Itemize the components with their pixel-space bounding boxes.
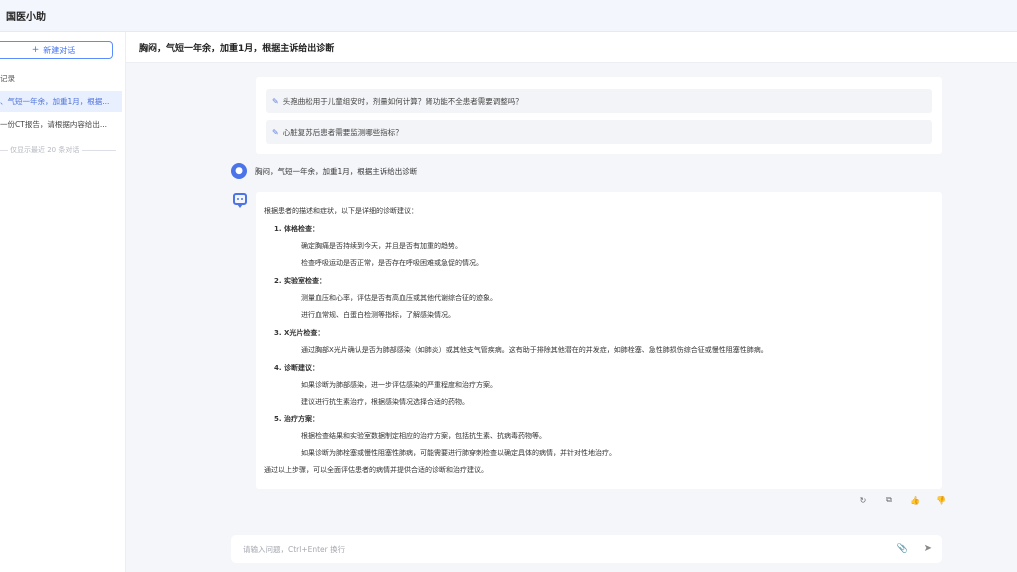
answer-card: 根据患者的描述和症状，以下是详细的诊断建议： 1. 体格检查： 确定胸痛是否持续…	[256, 192, 942, 489]
user-avatar-icon: ●	[231, 163, 247, 179]
answer-detail: 测量血压和心率，评估是否有高血压或其他代谢综合征的迹象。	[301, 294, 497, 302]
answer-section-heading: 4. 诊断建议：	[274, 364, 319, 372]
answer-detail: 进行血常规、白蛋白检测等指标，了解感染情况。	[301, 311, 455, 319]
history-item-label: 一份CT报告，请根据内容给出...	[0, 120, 107, 129]
new-chat-button[interactable]: + 新建对话	[0, 41, 113, 59]
answer-actions: ↻ ⧉ 👍 👎	[858, 495, 946, 505]
answer-detail: 如果诊断为肺部感染，进一步评估感染的严重程度和治疗方案。	[301, 381, 497, 389]
suggestion-text: 头孢曲松用于儿童组安时，剂量如何计算？肾功能不全患者需要调整吗？	[282, 96, 523, 106]
history-heading: 记录	[0, 74, 15, 83]
main-panel: 胸闷，气短一年余，加重1月，根据主诉给出诊断 ✎ 头孢曲松用于儿童组安时，剂量如…	[126, 32, 1017, 572]
history-item-label: 、气短一年余，加重1月，根据...	[0, 97, 110, 106]
history-note-text: 仅显示最近 20 条对话	[10, 146, 80, 154]
thumbs-down-icon[interactable]: 👎	[936, 495, 946, 505]
sidebar: + 新建对话 记录 、气短一年余，加重1月，根据... 一份CT报告，请根据内容…	[0, 32, 126, 572]
answer-section-heading: 2. 实验室检查：	[274, 277, 326, 285]
answer-detail: 根据检查结果和实验室数据制定相应的治疗方案，包括抗生素、抗病毒药物等。	[301, 432, 546, 440]
suggestion-item[interactable]: ✎ 心脏复苏后患者需要监测哪些指标？	[266, 120, 932, 144]
pen-icon: ✎	[272, 96, 279, 106]
answer-intro: 根据患者的描述和症状，以下是详细的诊断建议：	[264, 207, 418, 215]
chat-input[interactable]	[243, 544, 863, 554]
conversation-title: 胸闷，气短一年余，加重1月，根据主诉给出诊断	[139, 43, 335, 54]
send-icon[interactable]: ➤	[924, 543, 932, 554]
copy-icon[interactable]: ⧉	[884, 495, 894, 505]
refresh-icon[interactable]: ↻	[858, 495, 868, 505]
suggestion-item[interactable]: ✎ 头孢曲松用于儿童组安时，剂量如何计算？肾功能不全患者需要调整吗？	[266, 89, 932, 113]
answer-section-heading: 5. 治疗方案：	[274, 415, 319, 423]
user-message-text: 胸闷，气短一年余，加重1月，根据主诉给出诊断	[255, 166, 418, 176]
suggestion-card: ✎ 头孢曲松用于儿童组安时，剂量如何计算？肾功能不全患者需要调整吗？ ✎ 心脏复…	[256, 77, 942, 154]
answer-detail: 如果诊断为肺栓塞或慢性阻塞性肺病，可能需要进行肺穿刺检查以确定具体的病情，并针对…	[301, 449, 616, 457]
answer-detail: 检查呼吸运动是否正常，是否存在呼吸困难或急促的情况。	[301, 259, 483, 267]
paperclip-icon[interactable]: 📎	[897, 544, 908, 554]
user-message: ● 胸闷，气短一年余，加重1月，根据主诉给出诊断	[231, 163, 417, 179]
suggestion-text: 心脏复苏后患者需要监测哪些指标？	[282, 127, 403, 137]
answer-outro: 通过以上步骤，可以全面评估患者的病情并提供合适的诊断和治疗建议。	[264, 466, 488, 474]
new-chat-label: 新建对话	[43, 45, 76, 55]
history-item[interactable]: 一份CT报告，请根据内容给出...	[0, 114, 122, 135]
history-note: 仅显示最近 20 条对话	[0, 145, 116, 155]
answer-detail: 建议进行抗生素治疗，根据感染情况选择合适的药物。	[301, 398, 469, 406]
app-title: 国医小助	[6, 12, 46, 23]
divider	[82, 149, 116, 151]
thumbs-up-icon[interactable]: 👍	[910, 495, 920, 505]
divider	[0, 149, 8, 151]
chat-bubble-icon	[233, 193, 247, 208]
top-bar: 国医小助	[0, 0, 1017, 32]
answer-section-heading: 3. X光片检查：	[274, 329, 325, 337]
answer-detail: 通过胸部X光片确认是否为肺部感染（如肺炎）或其他支气管疾病。这有助于排除其他潜在…	[301, 346, 768, 354]
conversation-header: 胸闷，气短一年余，加重1月，根据主诉给出诊断	[126, 32, 1017, 63]
answer-section-heading: 1. 体格检查：	[274, 225, 319, 233]
chat-input-bar: 📎 ➤	[231, 535, 942, 563]
history-item[interactable]: 、气短一年余，加重1月，根据...	[0, 91, 122, 112]
pen-icon: ✎	[272, 127, 279, 137]
answer-detail: 确定胸痛是否持续到今天，并且是否有加重的趋势。	[301, 242, 462, 250]
plus-icon: +	[31, 45, 40, 55]
